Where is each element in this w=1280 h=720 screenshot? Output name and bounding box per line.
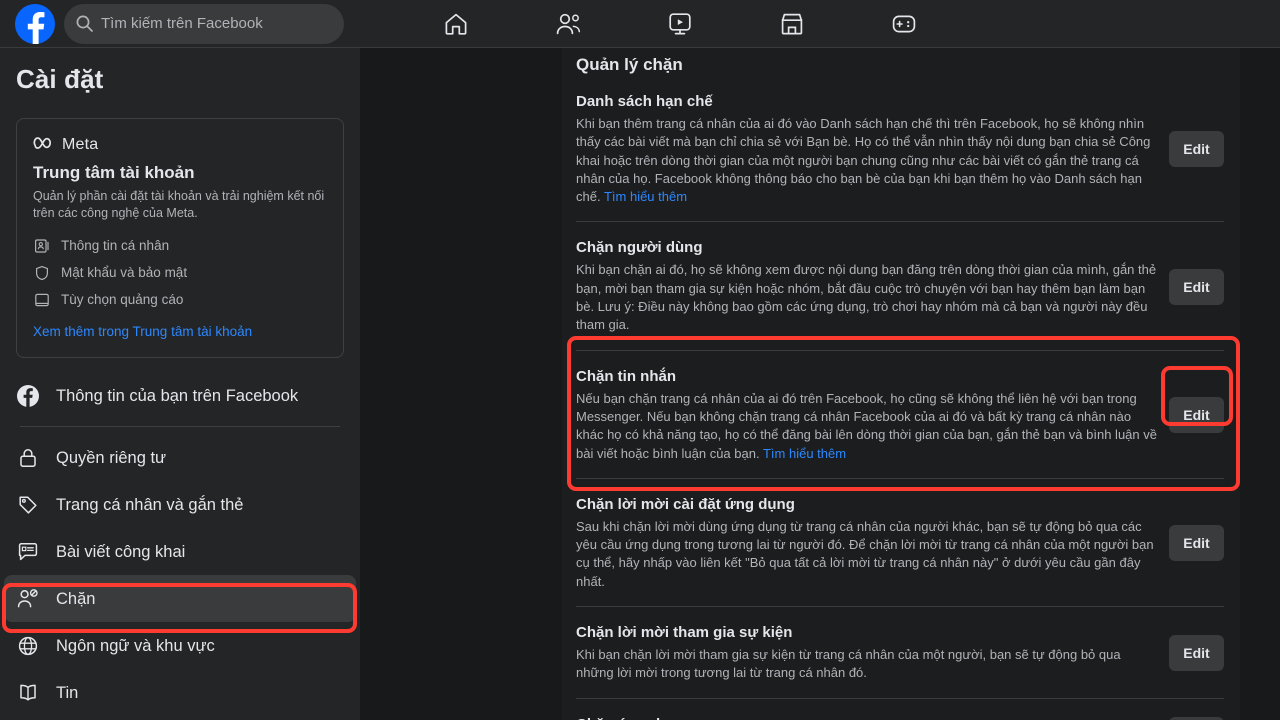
setting-heading: Chặn người dùng	[576, 239, 703, 257]
content-left-gutter	[360, 48, 562, 720]
nav-home[interactable]	[400, 0, 512, 48]
tag-icon	[16, 494, 40, 516]
page-title: Cài đặt	[16, 64, 104, 94]
video-icon	[667, 11, 693, 37]
setting-heading: Chặn lời mời cài đặt ứng dụng	[576, 495, 795, 513]
meta-brand-label: Meta	[62, 135, 99, 153]
accounts-center-link-label: Tùy chọn quảng cáo	[61, 291, 184, 307]
setting-row-block-users: Chặn người dùng Khi bạn chặn ai đó, họ s…	[576, 222, 1224, 349]
accounts-center-link-personal-info[interactable]: Thông tin cá nhân	[33, 232, 327, 259]
edit-button[interactable]: Edit	[1169, 268, 1224, 305]
settings-nav-list: Thông tin của bạn trên Facebook Quyền ri…	[0, 372, 360, 716]
accounts-center-link-label: Thông tin cá nhân	[61, 237, 170, 253]
setting-heading: Chặn tin nhắn	[576, 367, 676, 385]
sidebar-item-label: Trang cá nhân và gắn thẻ	[56, 495, 244, 514]
sidebar-item-your-info[interactable]: Thông tin của bạn trên Facebook	[4, 372, 356, 419]
nav-marketplace[interactable]	[736, 0, 848, 48]
primary-nav-icons	[400, 0, 960, 48]
section-title: Quản lý chặn	[576, 55, 683, 74]
settings-sidebar: Cài đặt Meta Trung tâm tài khoản Quản lý…	[0, 48, 360, 720]
content-right-gutter	[1240, 48, 1280, 720]
news-icon	[16, 682, 40, 704]
sidebar-item-label: Thông tin của bạn trên Facebook	[56, 386, 299, 405]
sidebar-item-label: Bài viết công khai	[56, 542, 186, 561]
edit-button[interactable]: Edit	[1169, 524, 1224, 561]
edit-button[interactable]: Edit	[1169, 396, 1224, 433]
search-icon	[76, 15, 93, 32]
home-icon	[443, 11, 469, 37]
setting-heading: Danh sách hạn chế	[576, 93, 713, 110]
accounts-center-link-ad-preferences[interactable]: Tùy chọn quảng cáo	[33, 286, 327, 313]
search-input[interactable]: Tìm kiếm trên Facebook	[64, 3, 344, 44]
accounts-center-links: Thông tin cá nhân Mật khẩu và bảo mật Tù…	[33, 232, 327, 313]
sidebar-item-news[interactable]: Tin	[4, 669, 356, 716]
accounts-center-more-link[interactable]: Xem thêm trong Trung tâm tài khoản	[33, 323, 327, 341]
setting-description: Khi bạn chặn ai đó, họ sẽ không xem được…	[576, 262, 1157, 333]
nav-friends[interactable]	[512, 0, 624, 48]
setting-row-block-apps: Chặn ứng dụng Ứng dụng nào bị bạn chặn s…	[576, 699, 1224, 720]
marketplace-icon	[779, 11, 805, 37]
meta-infinity-icon	[33, 135, 55, 154]
lock-icon	[16, 447, 40, 469]
edit-button[interactable]: Edit	[1169, 131, 1224, 168]
facebook-circle-icon	[16, 384, 40, 408]
facebook-logo-icon[interactable]	[15, 3, 55, 44]
setting-description: Khi bạn chặn lời mời tham gia sự kiện từ…	[576, 647, 1121, 681]
setting-row-block-app-invites: Chặn lời mời cài đặt ứng dụng Sau khi ch…	[576, 479, 1224, 606]
sidebar-item-label: Ngôn ngữ và khu vực	[56, 636, 215, 655]
sidebar-item-label: Quyền riêng tư	[56, 448, 167, 467]
meta-accounts-center-card[interactable]: Meta Trung tâm tài khoản Quản lý phần cà…	[16, 118, 344, 358]
friends-icon	[555, 11, 582, 37]
ad-preferences-icon	[33, 292, 51, 308]
sidebar-item-profile-tagging[interactable]: Trang cá nhân và gắn thẻ	[4, 481, 356, 528]
shield-icon	[33, 265, 51, 281]
setting-row-block-event-invites: Chặn lời mời tham gia sự kiện Khi bạn ch…	[576, 607, 1224, 698]
accounts-center-description: Quản lý phần cài đặt tài khoản và trải n…	[33, 189, 325, 220]
learn-more-link[interactable]: Tìm hiểu thêm	[604, 189, 687, 204]
sidebar-item-label: Chặn	[56, 589, 96, 608]
public-posts-icon	[16, 541, 40, 563]
sidebar-divider	[20, 426, 340, 427]
nav-video[interactable]	[624, 0, 736, 48]
accounts-center-link-label: Mật khẩu và bảo mật	[61, 264, 188, 280]
sidebar-item-label: Tin	[56, 683, 79, 702]
sidebar-item-language-region[interactable]: Ngôn ngữ và khu vực	[4, 622, 356, 669]
sidebar-item-public-posts[interactable]: Bài viết công khai	[4, 528, 356, 575]
sidebar-item-blocking[interactable]: Chặn	[4, 575, 356, 622]
setting-description-text: Nếu bạn chặn trang cá nhân của ai đó trê…	[576, 390, 1157, 461]
gaming-icon	[891, 11, 917, 37]
accounts-center-heading: Trung tâm tài khoản	[33, 163, 195, 182]
edit-button[interactable]: Edit	[1169, 634, 1224, 671]
learn-more-link[interactable]: Tìm hiểu thêm	[763, 446, 846, 461]
top-navigation-bar: Tìm kiếm trên Facebook	[0, 0, 1280, 48]
setting-description: Nếu bạn chặn trang cá nhân của ai đó trê…	[576, 390, 1159, 463]
blocking-settings-panel: Quản lý chặn Danh sách hạn chế Khi bạn t…	[562, 48, 1240, 720]
search-placeholder: Tìm kiếm trên Facebook	[101, 14, 263, 32]
nav-gaming[interactable]	[848, 0, 960, 48]
id-card-icon	[33, 238, 51, 254]
setting-description: Khi bạn thêm trang cá nhân của ai đó vào…	[576, 115, 1159, 206]
setting-heading: Chặn lời mời tham gia sự kiện	[576, 624, 793, 642]
meta-brand: Meta	[33, 135, 327, 154]
sidebar-item-privacy[interactable]: Quyền riêng tư	[4, 434, 356, 481]
setting-row-block-messages: Chặn tin nhắn Nếu bạn chặn trang cá nhân…	[576, 351, 1224, 478]
setting-row-restricted-list: Danh sách hạn chế Khi bạn thêm trang cá …	[576, 76, 1224, 221]
setting-heading: Chặn ứng dụng	[576, 715, 1159, 720]
setting-description: Sau khi chặn lời mời dùng ứng dụng từ tr…	[576, 518, 1154, 589]
block-user-icon	[16, 588, 40, 610]
accounts-center-link-password-security[interactable]: Mật khẩu và bảo mật	[33, 259, 327, 286]
globe-icon	[16, 635, 40, 657]
